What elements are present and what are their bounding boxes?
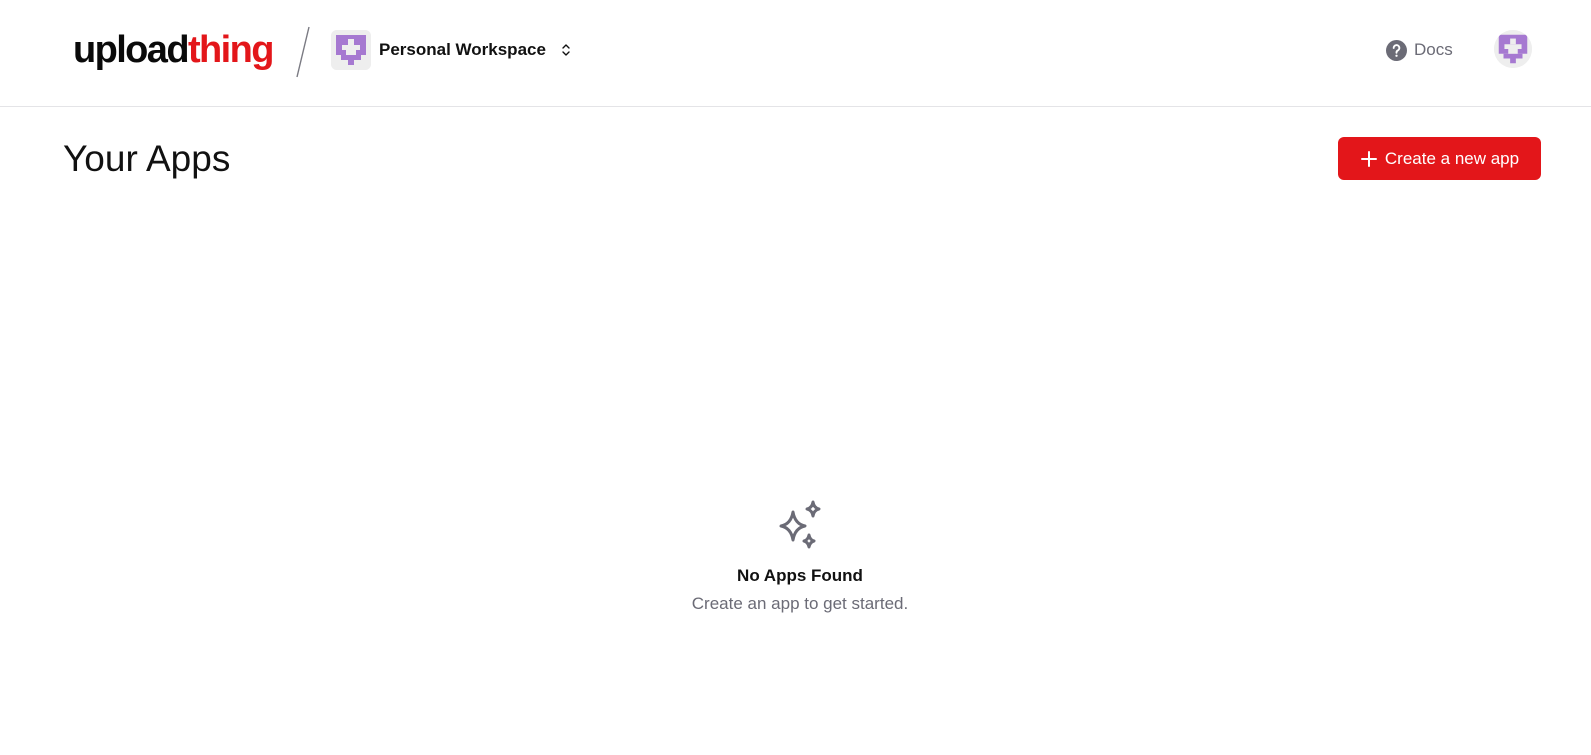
docs-label: Docs xyxy=(1414,40,1453,59)
identicon-avatar-icon xyxy=(1494,30,1532,68)
docs-link[interactable]: Docs xyxy=(1386,38,1453,62)
workspace-avatar xyxy=(331,30,371,70)
empty-state-subtitle: Create an app to get started. xyxy=(691,594,909,613)
plus-icon xyxy=(1360,150,1377,167)
workspace-switcher[interactable]: Personal Workspace xyxy=(331,30,572,70)
sparkles-icon xyxy=(779,500,821,549)
chevron-up-down-icon xyxy=(562,44,570,56)
uploadthing-logo[interactable]: uploadthing xyxy=(73,28,274,72)
empty-state-title: No Apps Found xyxy=(737,566,863,585)
help-circle-icon xyxy=(1386,39,1407,61)
breadcrumb-separator xyxy=(296,26,310,78)
brand-part-upload: upload xyxy=(73,29,190,71)
empty-state: No Apps Found Create an app to get start… xyxy=(595,500,1005,614)
create-new-app-button[interactable]: Create a new app xyxy=(1338,137,1541,180)
identicon-avatar-icon xyxy=(331,30,371,70)
user-avatar-button[interactable] xyxy=(1494,30,1532,68)
brand-part-thing: thing xyxy=(187,29,274,71)
create-new-app-label: Create a new app xyxy=(1384,148,1520,168)
top-navbar: uploadthing Personal Workspace Docs xyxy=(0,0,1591,107)
workspace-name: Personal Workspace xyxy=(379,40,546,59)
page-title: Your Apps xyxy=(63,138,231,179)
